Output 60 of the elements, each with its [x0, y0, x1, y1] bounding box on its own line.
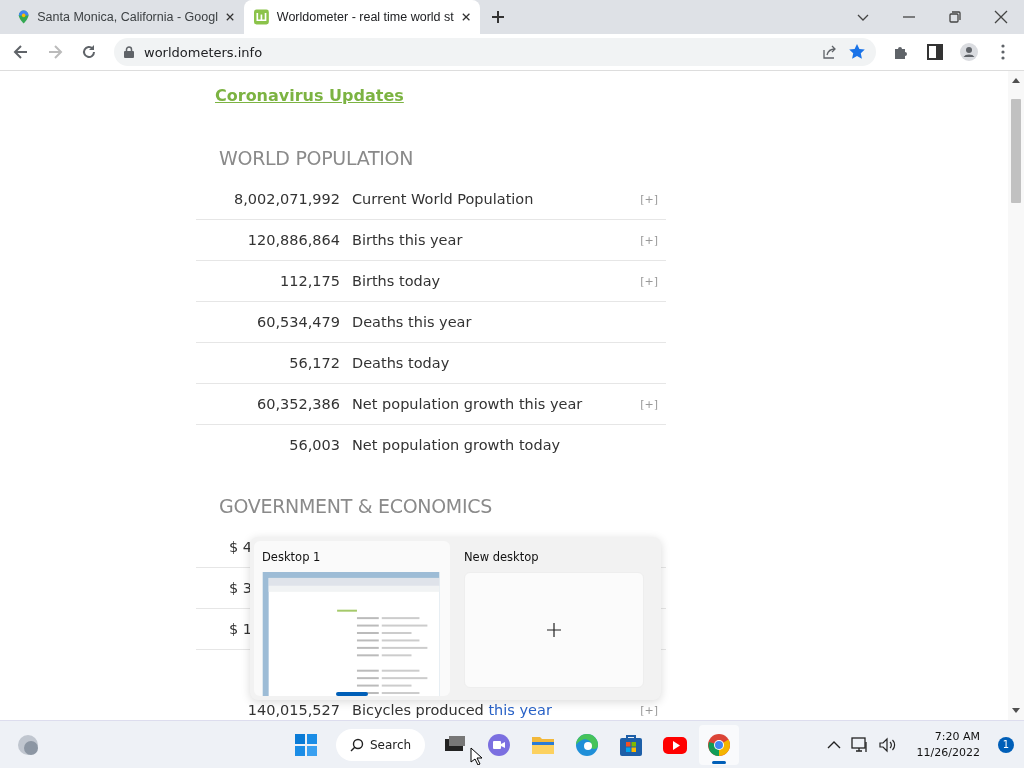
edge-icon — [575, 732, 600, 757]
stat-label: Deaths this year — [352, 314, 473, 330]
stat-label: Net population growth today — [352, 437, 562, 453]
stat-value: 140,015,527 — [246, 702, 340, 718]
browser-tab[interactable]: Worldometer - real time world st — [244, 0, 480, 34]
stat-label: Deaths today — [352, 355, 451, 371]
section-heading: WORLD POPULATION — [219, 147, 415, 169]
search-icon — [350, 737, 364, 752]
chrome-icon — [707, 732, 732, 757]
close-icon[interactable] — [225, 12, 234, 22]
stat-value: 60,534,479 — [255, 314, 340, 330]
clock[interactable]: 7:20 AM 11/26/2022 — [916, 728, 980, 761]
search-button[interactable]: Search — [336, 728, 426, 761]
desktop-name: Desktop 1 — [262, 550, 322, 564]
restore-icon[interactable] — [947, 9, 963, 25]
plus-icon[interactable] — [547, 623, 561, 637]
stat-label: Current World Population — [352, 191, 535, 207]
stat-value: $ 4 — [228, 539, 254, 555]
link[interactable]: this year — [488, 702, 552, 718]
desktop-thumbnail-drawing[interactable] — [262, 572, 440, 696]
chevron-up-icon[interactable] — [826, 739, 841, 750]
stat-value: 56,003 — [288, 437, 340, 453]
share-icon[interactable] — [822, 44, 838, 60]
chat-icon — [487, 732, 512, 757]
desktop-card[interactable]: Desktop 1 — [254, 541, 450, 696]
network-icon[interactable] — [850, 735, 869, 754]
side-panel-icon[interactable] — [926, 43, 944, 61]
new-tab-icon[interactable] — [491, 10, 505, 24]
lock-icon — [124, 46, 134, 58]
stat-label: Net population growth this year — [352, 396, 584, 412]
reload-icon[interactable] — [80, 43, 98, 61]
close-icon[interactable] — [993, 9, 1009, 25]
date: 11/26/2022 — [916, 744, 980, 761]
stat-value: 8,002,071,992 — [232, 191, 340, 207]
scroll-up-icon[interactable] — [1012, 77, 1020, 83]
pointer-icon — [470, 747, 482, 765]
store-icon — [619, 732, 644, 757]
stat-value: 120,886,864 — [246, 232, 340, 248]
map-pin-icon — [18, 8, 30, 26]
stat-label: Bicycles produced this year — [352, 702, 553, 718]
stat-value: 56,172 — [288, 355, 340, 371]
start-icon — [294, 732, 318, 757]
back-icon[interactable] — [12, 43, 30, 61]
stat-value: 60,352,386 — [255, 396, 340, 412]
section-heading: GOVERNMENT & ECONOMICS — [219, 495, 493, 517]
stat-label: Births this year — [352, 232, 464, 248]
weather-icon[interactable] — [16, 733, 40, 757]
stat-value: 112,175 — [279, 273, 340, 289]
stat-label: Births today — [352, 273, 442, 289]
volume-icon[interactable] — [878, 736, 897, 753]
close-icon[interactable] — [461, 12, 470, 22]
time: 7:20 AM — [934, 728, 980, 745]
star-icon[interactable] — [848, 43, 866, 61]
logo-icon — [254, 8, 269, 26]
scrollbar-thumb[interactable] — [1011, 99, 1021, 203]
browser-tab[interactable]: Santa Monica, California - Googl — [8, 0, 244, 34]
desktop-name: New desktop — [464, 550, 540, 564]
profile-icon[interactable] — [960, 43, 978, 61]
scroll-down-icon[interactable] — [1012, 708, 1020, 714]
notification-badge[interactable]: 1 — [998, 736, 1014, 753]
